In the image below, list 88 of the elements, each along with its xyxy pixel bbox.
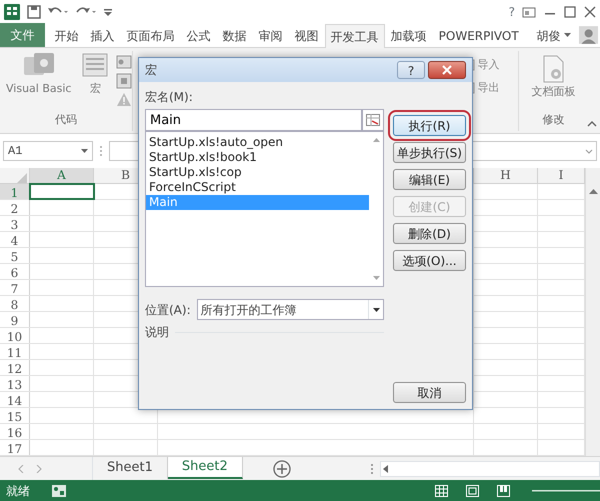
ribbon-tab[interactable]: POWERPIVOT <box>432 23 525 47</box>
ribbon-tab[interactable]: 页面布局 <box>120 23 181 47</box>
dropdown-value: 所有打开的工作簿 <box>200 302 297 318</box>
sheet-tab[interactable]: Sheet2 <box>168 457 243 479</box>
group-label: 代码 <box>54 112 78 128</box>
row-header[interactable]: 3 <box>0 216 30 231</box>
dialog-button[interactable]: 编辑(E) <box>393 169 466 190</box>
ribbon-tab[interactable]: 公式 <box>180 23 217 47</box>
column-header[interactable]: A <box>30 168 94 183</box>
collapse-icon[interactable] <box>587 121 598 127</box>
scroll-down-icon[interactable] <box>372 276 380 280</box>
row-header[interactable]: 13 <box>0 376 30 391</box>
range-select-icon <box>366 114 380 126</box>
save-icon[interactable] <box>27 5 41 19</box>
ribbon-tab[interactable]: 开始 <box>48 23 85 47</box>
section-label: 说明 <box>145 324 169 341</box>
macros-button[interactable]: 宏 <box>77 51 114 112</box>
help-button[interactable]: ? <box>508 3 515 21</box>
field-label: 位置(A): <box>145 302 191 318</box>
field-label: 宏名(M): <box>145 89 194 106</box>
relative-reference-icon[interactable] <box>116 73 132 89</box>
ribbon-tab[interactable]: 数据 <box>216 23 253 47</box>
dropdown-icon <box>81 148 88 154</box>
ribbon-tab[interactable]: 加载项 <box>384 23 433 47</box>
close-button[interactable] <box>428 61 466 79</box>
ribbon-tab[interactable]: 视图 <box>288 23 325 47</box>
ribbon-tab[interactable]: 开发工具 <box>324 24 385 48</box>
add-sheet-icon[interactable] <box>272 460 291 478</box>
row-header[interactable]: 14 <box>0 392 30 407</box>
dropdown-icon <box>372 308 380 312</box>
caret-icon <box>564 33 571 38</box>
page-break-icon[interactable] <box>497 484 510 496</box>
row-header[interactable]: 4 <box>0 232 30 247</box>
row-header[interactable]: 7 <box>0 280 30 295</box>
row-header[interactable]: 1 <box>0 184 30 199</box>
normal-view-icon[interactable] <box>435 484 448 496</box>
name-box[interactable]: A1 <box>3 141 93 161</box>
row-header[interactable]: 2 <box>0 200 30 215</box>
close-icon <box>442 65 452 75</box>
file-tab[interactable]: 文件 <box>0 23 45 47</box>
user-menu[interactable]: 胡俊 <box>530 23 577 47</box>
cell-reference: A1 <box>8 143 22 160</box>
cancel-button[interactable]: 取消 <box>393 382 466 403</box>
spreadsheet-icon <box>3 3 21 21</box>
column-header[interactable]: H <box>474 168 538 183</box>
active-cell[interactable] <box>30 184 94 199</box>
expand-icon[interactable] <box>585 148 593 154</box>
ribbon-tab[interactable]: 插入 <box>84 23 121 47</box>
restore-icon[interactable] <box>521 5 537 19</box>
group-label: 修改 <box>541 112 566 128</box>
dialog-title: 宏 <box>145 62 158 79</box>
maximize-icon[interactable] <box>563 5 577 19</box>
record-macro-icon[interactable] <box>116 54 132 70</box>
row-header[interactable]: 16 <box>0 424 30 439</box>
page-layout-icon[interactable] <box>466 484 479 496</box>
macro-list-item[interactable]: StartUp.xls!book1 <box>146 150 369 165</box>
macro-list-item[interactable]: StartUp.xls!auto_open <box>146 135 369 150</box>
location-dropdown[interactable]: 所有打开的工作簿 <box>196 299 384 320</box>
close-icon[interactable] <box>583 5 597 19</box>
row-header[interactable]: 15 <box>0 408 30 423</box>
macro-list-item[interactable]: ForceInCScript <box>146 180 369 195</box>
scroll-up-icon[interactable] <box>588 188 598 194</box>
collapse-dialog-button[interactable] <box>362 109 384 131</box>
dialog-button[interactable]: 单步执行(S) <box>393 142 466 163</box>
help-button[interactable]: ? <box>397 61 425 79</box>
row-header[interactable]: 17 <box>0 440 30 455</box>
row-header[interactable]: 12 <box>0 360 30 375</box>
dialog-button[interactable]: 选项(O)... <box>393 250 466 271</box>
vertical-scrollbar[interactable] <box>585 168 600 456</box>
row-header[interactable]: 9 <box>0 312 30 327</box>
visual-basic-button[interactable]: Visual Basic <box>3 51 74 112</box>
row-header[interactable]: 5 <box>0 248 30 263</box>
row-header[interactable]: 6 <box>0 264 30 279</box>
split-handle-icon[interactable] <box>370 462 374 474</box>
handle-icon <box>99 145 103 157</box>
row-header[interactable]: 11 <box>0 344 30 359</box>
scroll-up-icon[interactable] <box>372 138 380 142</box>
macro-record-icon[interactable] <box>52 484 66 496</box>
customize-icon[interactable] <box>103 7 113 17</box>
row-header[interactable]: 8 <box>0 296 30 311</box>
ribbon-tab[interactable]: 审阅 <box>252 23 289 47</box>
scroll-left-icon[interactable] <box>381 464 391 474</box>
horizontal-scrollbar[interactable] <box>380 460 600 476</box>
row-header[interactable]: 10 <box>0 328 30 343</box>
document-panel-button[interactable]: 文档面板 <box>519 51 588 100</box>
macro-name-field[interactable]: Main <box>145 109 362 131</box>
dialog-button[interactable]: 删除(D) <box>393 223 466 244</box>
status-text: 就绪 <box>6 482 30 500</box>
